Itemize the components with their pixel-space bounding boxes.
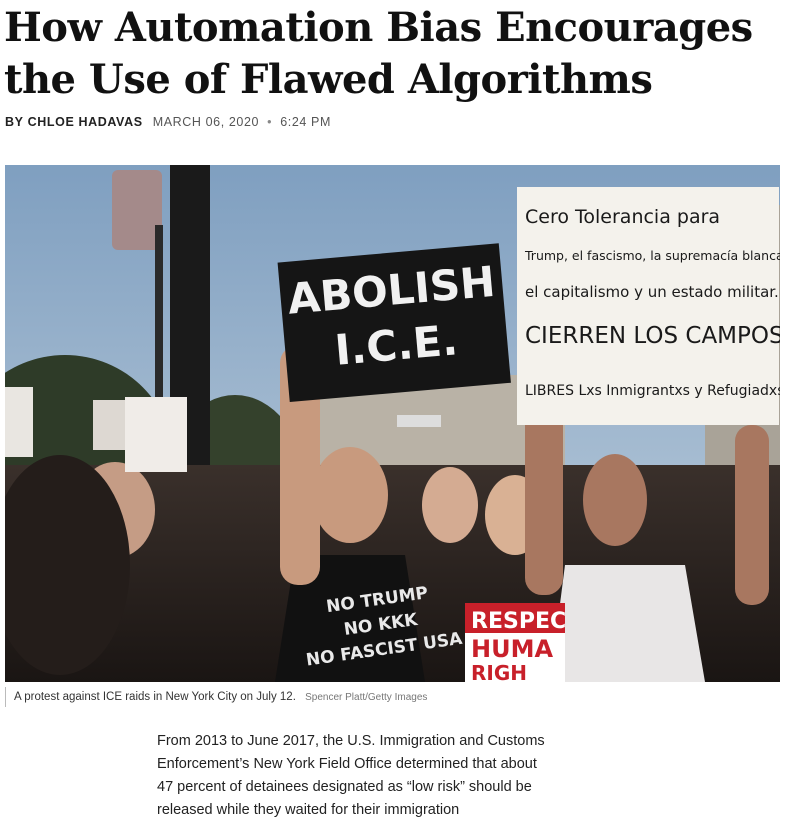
spanish-sign-line3: el capitalismo y un estado militar.: [525, 283, 779, 301]
respect-human-rights-sign: RESPEC HUMA RIGH: [465, 603, 566, 682]
photo-credit: Spencer Platt/Getty Images: [305, 692, 428, 703]
byline: BY CHLOE HADAVAS MARCH 06, 2020 • 6:24 P…: [5, 115, 331, 129]
background-sign-1: [93, 400, 129, 450]
person-right-face: [583, 454, 647, 546]
person-far-right-arm: [735, 425, 769, 605]
person-gray-hair-face: [422, 467, 478, 543]
spanish-sign-line5: LIBRES Lxs Inmigrantxs y Refugiadxs: [525, 383, 780, 399]
caption-text: A protest against ICE raids in New York …: [14, 691, 296, 703]
person-center-face: [312, 447, 388, 543]
byline-prefix: BY: [5, 115, 24, 129]
headline-line-2: the Use of Flawed Algorithms: [4, 56, 653, 103]
background-sign-left: [5, 387, 33, 457]
publish-date: MARCH 06, 2020: [152, 115, 260, 129]
person-right-top: [550, 565, 705, 682]
publish-time: 6:24 PM: [280, 115, 331, 129]
abolish-ice-sign: ABOLISH I.C.E.: [277, 243, 511, 403]
hero-photo: ABOLISH I.C.E. Cero Tolerancia para Trum…: [5, 165, 780, 682]
background-sign-3: [397, 415, 441, 427]
article-paragraph: From 2013 to June 2017, the U.S. Immigra…: [157, 733, 545, 818]
background-sign-2: [125, 397, 187, 472]
spanish-protest-sign: Cero Tolerancia para Trump, el fascismo,…: [517, 187, 780, 425]
author-link[interactable]: CHLOE HADAVAS: [28, 115, 143, 129]
respect-sign-line3: RIGH: [471, 661, 527, 682]
photo-caption: A protest against ICE raids in New York …: [5, 687, 427, 707]
spanish-sign-line2: Trump, el fascismo, la supremacía blanca…: [524, 248, 780, 263]
spanish-sign-line4: CIERREN LOS CAMPOS: [525, 323, 780, 349]
respect-sign-line1: RESPEC: [471, 609, 566, 634]
respect-sign-line2: HUMA: [471, 635, 553, 663]
article-headline: How Automation Bias Encourages the Use o…: [4, 2, 774, 106]
spanish-sign-line1: Cero Tolerancia para: [525, 206, 720, 228]
headline-line-1: How Automation Bias Encourages: [4, 4, 753, 51]
protest-photo-illustration: ABOLISH I.C.E. Cero Tolerancia para Trum…: [5, 165, 780, 682]
byline-separator: •: [267, 115, 273, 129]
phone-on-pole: [112, 170, 162, 250]
